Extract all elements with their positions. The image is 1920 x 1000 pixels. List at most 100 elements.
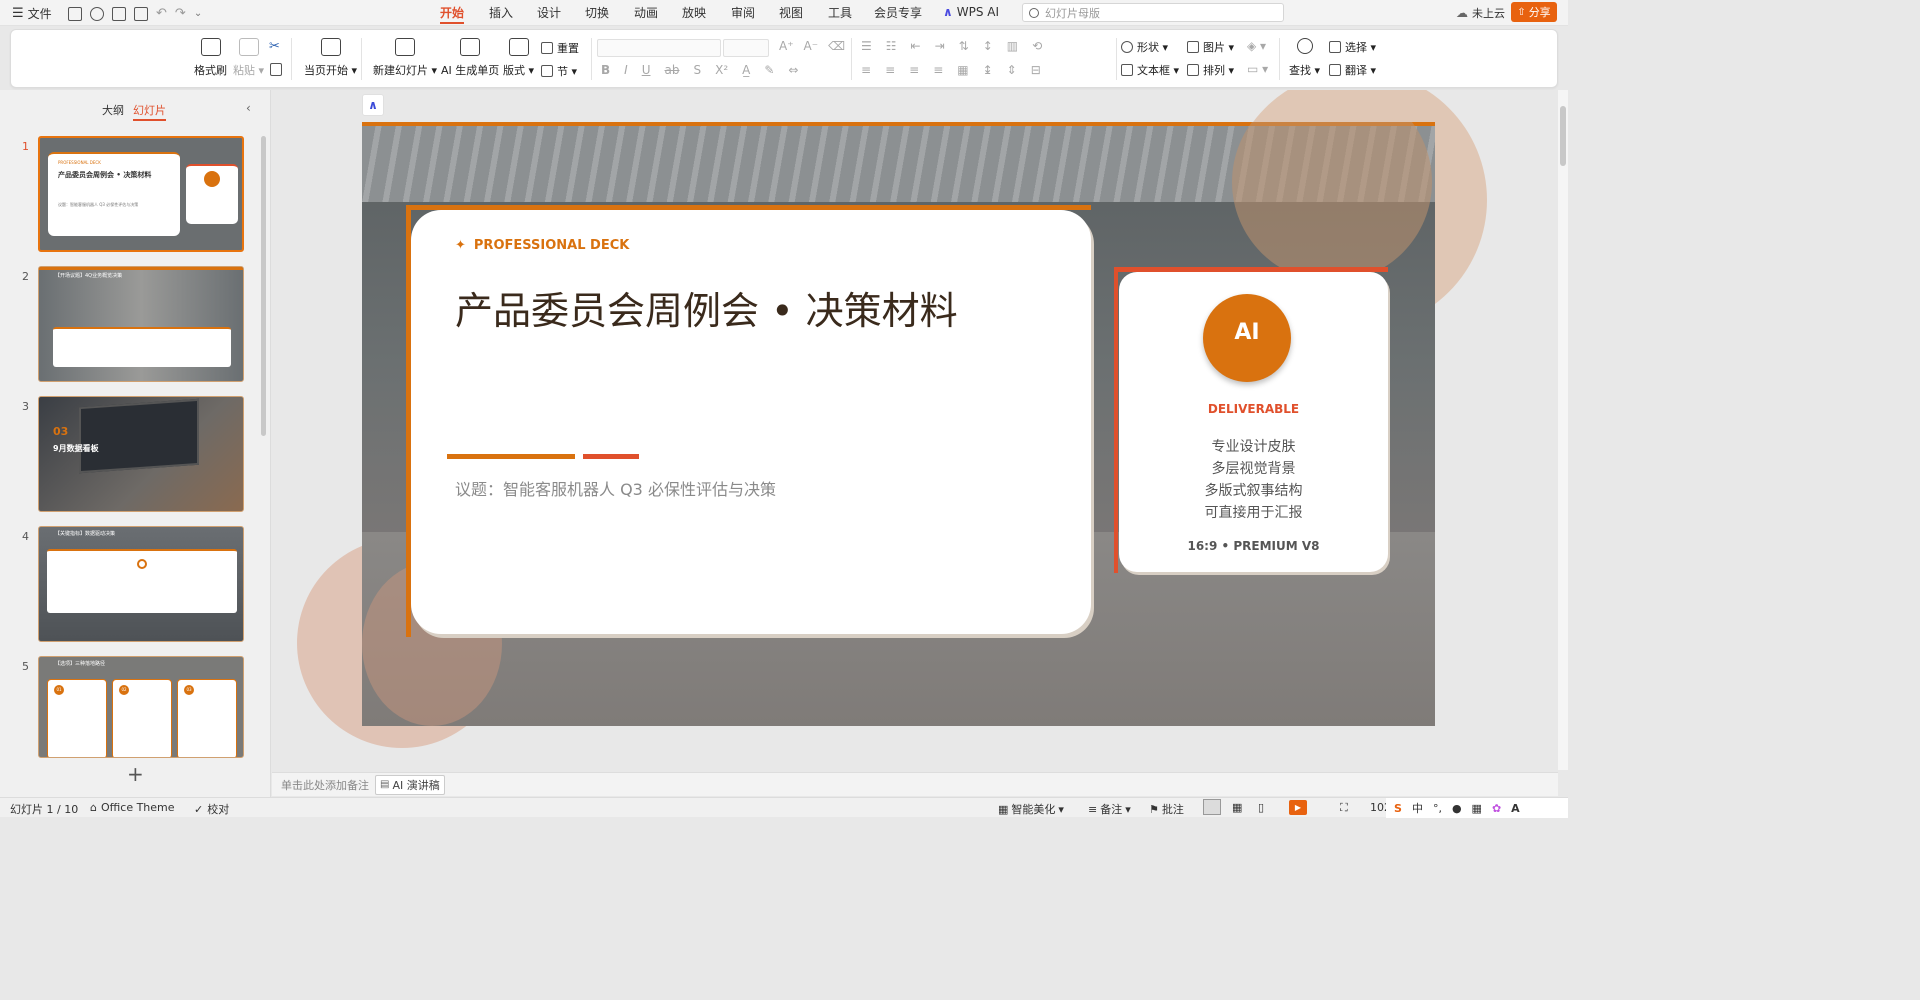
columns-icon[interactable]: ▥	[1007, 39, 1018, 53]
slide-1[interactable]: ✦ PROFESSIONAL DECK 产品委员会周例会 • 决策材料 议题：智…	[362, 122, 1435, 726]
wps-ai-button[interactable]: ∧ WPS AI	[943, 5, 999, 19]
shadow-icon[interactable]: S	[693, 63, 701, 77]
ai-single-page-button[interactable]: AI 生成单页	[441, 38, 499, 78]
slide-thumbnail-5[interactable]: 【选项】三种落地路径 01 02 03	[38, 656, 244, 758]
format-painter-button[interactable]: 格式刷	[194, 38, 227, 78]
picture-button[interactable]: 图片 ▾	[1187, 39, 1234, 55]
file-menu[interactable]: ☰ 文件	[12, 5, 52, 22]
undo-icon[interactable]: ↶	[156, 6, 167, 21]
menu-tab-2[interactable]: 设计	[537, 4, 561, 24]
fill-icon[interactable]: ◈ ▾	[1247, 39, 1266, 53]
ime-mode-label[interactable]: 中	[1412, 800, 1423, 816]
align-center-icon[interactable]: ≡	[885, 63, 895, 77]
menu-tab-4[interactable]: 动画	[634, 4, 658, 24]
fit-window-icon[interactable]: ⛶	[1340, 801, 1348, 815]
tab-slides[interactable]: 幻灯片	[133, 102, 166, 121]
find-button[interactable]: 查找 ▾	[1289, 38, 1320, 78]
notes-placeholder[interactable]: 单击此处添加备注	[281, 777, 369, 793]
scroll-thumb[interactable]	[1560, 106, 1566, 166]
sorter-view-icon[interactable]: ▦	[1232, 801, 1242, 814]
font-size-select[interactable]	[723, 39, 769, 57]
menu-tab-1[interactable]: 插入	[489, 4, 513, 24]
increase-indent-icon[interactable]: ⇥	[935, 39, 945, 53]
char-spacing-icon[interactable]: ⇔	[788, 63, 798, 77]
save-icon[interactable]	[68, 6, 82, 21]
new-slide-button[interactable]: 新建幻灯片 ▾	[373, 38, 437, 78]
canvas-scrollbar[interactable]	[1558, 90, 1568, 770]
keyboard-icon[interactable]: ▦	[1472, 802, 1482, 815]
layout-button[interactable]: 版式 ▾	[503, 38, 534, 78]
reset-button[interactable]: 重置	[541, 40, 579, 56]
shape-button[interactable]: 形状 ▾	[1121, 39, 1168, 55]
decrease-font-icon[interactable]: A⁻	[804, 39, 819, 53]
strikethrough-icon[interactable]: ab	[665, 63, 680, 77]
translate-button[interactable]: 翻译 ▾	[1329, 62, 1376, 78]
superscript-icon[interactable]: X²	[715, 63, 728, 77]
slide-thumbnail-4[interactable]: 【关键指标】数据驱动决策	[38, 526, 244, 642]
clear-format-icon[interactable]: ⌫	[828, 39, 845, 53]
menu-tab-9[interactable]: 会员专享	[874, 4, 922, 24]
convert-icon[interactable]: ⟲	[1032, 39, 1042, 53]
comments-toggle[interactable]: ⚑ 批注	[1149, 801, 1184, 817]
beautify-button[interactable]: ▦ 智能美化 ▾	[998, 801, 1064, 817]
punctuation-icon[interactable]: °,	[1433, 802, 1442, 815]
increase-font-icon[interactable]: A⁺	[779, 39, 794, 53]
add-slide-icon[interactable]: +	[127, 762, 144, 786]
slide-title[interactable]: 产品委员会周例会 • 决策材料	[455, 280, 958, 335]
decrease-indent-icon[interactable]: ⇤	[911, 39, 921, 53]
justify-icon[interactable]: ≡	[933, 63, 943, 77]
menu-tab-3[interactable]: 切换	[585, 4, 609, 24]
highlight-icon[interactable]: ✎	[764, 63, 774, 77]
menu-tab-6[interactable]: 审阅	[731, 4, 755, 24]
theme-indicator[interactable]: ⌂ Office Theme	[90, 801, 175, 814]
underline-icon[interactable]: U	[642, 63, 651, 77]
arrange-button[interactable]: 排列 ▾	[1187, 62, 1234, 78]
skin-icon[interactable]: ✿	[1492, 802, 1501, 815]
sort-icon[interactable]: ↕	[983, 39, 993, 53]
redo-icon[interactable]: ↷	[175, 6, 186, 21]
ai-script-button[interactable]: ▤ AI 演讲稿	[375, 774, 445, 795]
panel-scrollbar[interactable]	[261, 136, 266, 436]
menu-tab-5[interactable]: 放映	[682, 4, 706, 24]
ai-ime-icon[interactable]: A	[1511, 802, 1520, 815]
slide-thumbnail-1[interactable]: PROFESSIONAL DECK 产品委员会周例会 • 决策材料 议题：智能客…	[38, 136, 244, 252]
section-button[interactable]: 节 ▾	[541, 63, 577, 79]
paste-button[interactable]: 粘贴 ▾	[233, 38, 264, 78]
start-from-current-button[interactable]: 当页开始 ▾	[304, 38, 357, 78]
menu-tab-7[interactable]: 视图	[779, 4, 803, 24]
vertical-align-icon[interactable]: ⊟	[1031, 63, 1041, 77]
tab-outline[interactable]: 大纲	[102, 102, 124, 118]
customize-chevron-icon[interactable]: ⌄	[194, 8, 202, 19]
menu-tab-0[interactable]: 开始	[440, 4, 465, 24]
share-button[interactable]: ⇧ 分享	[1511, 2, 1557, 22]
outline-icon[interactable]: ▭ ▾	[1247, 62, 1268, 76]
bold-icon[interactable]: B	[601, 63, 610, 77]
play-slideshow-icon[interactable]: ▶	[1289, 800, 1307, 815]
print-icon[interactable]	[112, 6, 126, 21]
reading-view-icon[interactable]: ▯	[1258, 801, 1264, 814]
italic-icon[interactable]: I	[624, 63, 628, 77]
font-color-icon[interactable]: A̲	[742, 63, 750, 77]
export-pdf-icon[interactable]	[90, 6, 104, 21]
align-left-icon[interactable]: ≡	[861, 63, 871, 77]
copy-icon[interactable]	[270, 63, 282, 76]
slide-thumbnail-3[interactable]: 03 9月数据看板	[38, 396, 244, 512]
proof-button[interactable]: ✓ 校对	[194, 801, 229, 817]
slide-subtitle[interactable]: 议题：智能客服机器人 Q3 必保性评估与决策	[455, 476, 776, 500]
cloud-status[interactable]: ☁ 未上云	[1456, 5, 1505, 21]
menu-tab-8[interactable]: 工具	[828, 4, 852, 24]
slide-thumbnail-2[interactable]: 【开场议题】4Q业务概览决策	[38, 266, 244, 382]
cut-icon[interactable]: ✂	[269, 39, 280, 54]
numbering-icon[interactable]: ☷	[886, 39, 897, 53]
microphone-icon[interactable]: ●	[1452, 802, 1462, 815]
textbox-button[interactable]: 文本框 ▾	[1121, 62, 1179, 78]
text-direction-icon[interactable]: ⇅	[959, 39, 969, 53]
distribute-icon[interactable]: ▦	[957, 63, 968, 77]
ai-assistant-icon[interactable]: ∧	[362, 94, 384, 116]
notes-toggle[interactable]: ≡ 备注 ▾	[1088, 801, 1131, 817]
font-family-select[interactable]	[597, 39, 721, 57]
select-button[interactable]: 选择 ▾	[1329, 39, 1376, 55]
align-right-icon[interactable]: ≡	[909, 63, 919, 77]
normal-view-icon[interactable]	[1203, 799, 1221, 815]
paragraph-spacing-icon[interactable]: ⇕	[1007, 63, 1017, 77]
